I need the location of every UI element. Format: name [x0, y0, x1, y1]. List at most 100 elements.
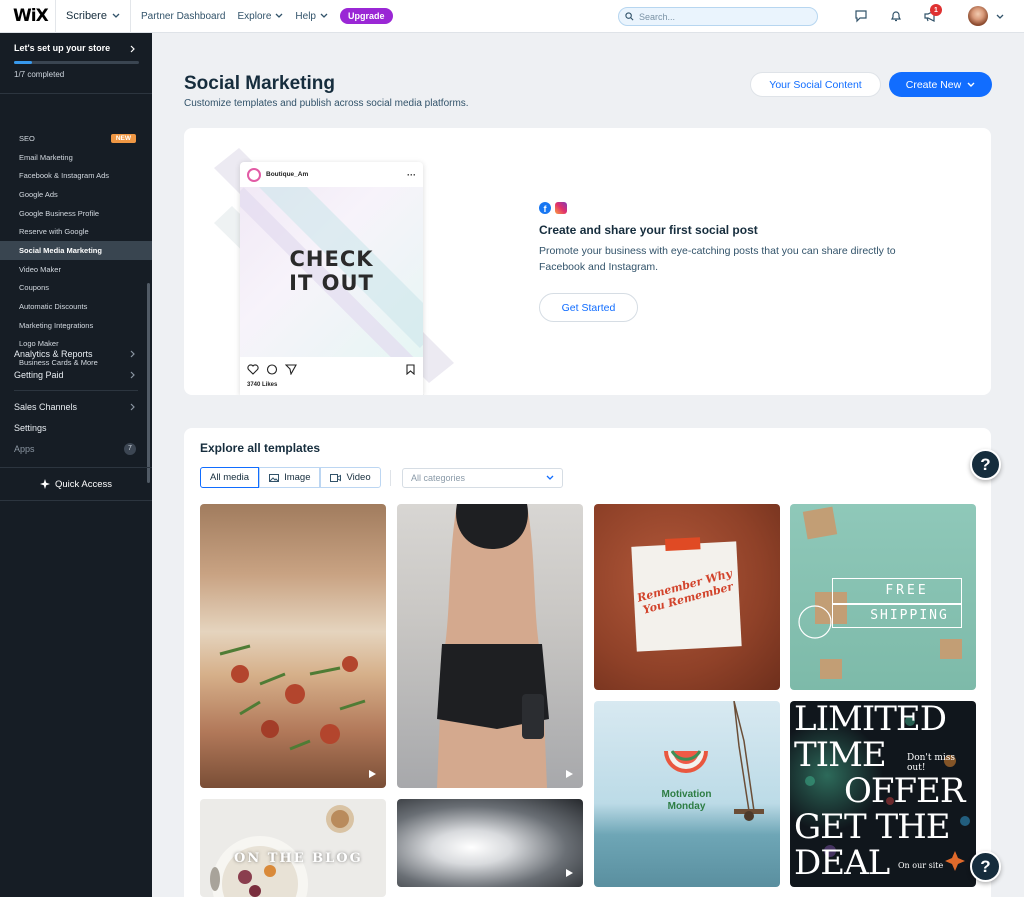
setup-progress-fill	[14, 61, 32, 64]
filter-label: All media	[210, 472, 250, 483]
filter-all-media[interactable]: All media	[200, 467, 260, 488]
chat-icon[interactable]	[854, 9, 868, 23]
hero-card: Boutique_Am ··· CHECK IT OUT 3740 Likes …	[184, 128, 991, 395]
sidebar-subitem-seo[interactable]: SEO NEW	[0, 129, 152, 148]
share-icon	[285, 364, 297, 375]
sidebar-subitem-label: Video Maker	[19, 264, 61, 274]
help-button[interactable]: ?	[970, 449, 1001, 480]
sidebar-subitem-label: Reserve with Google	[19, 227, 89, 237]
motivation-line: Monday	[667, 801, 706, 812]
templates-title: Explore all templates	[200, 441, 321, 455]
sidebar-subitem-social-media-marketing[interactable]: Social Media Marketing	[0, 241, 152, 260]
sparkle-icon	[39, 479, 50, 489]
sidebar-subitem-google-business-profile[interactable]: Google Business Profile	[0, 204, 152, 223]
sidebar-subitem-label: Google Business Profile	[19, 208, 100, 218]
create-new-label: Create New	[905, 78, 962, 91]
sidebar-subitem-marketing-integrations[interactable]: Marketing Integrations	[0, 316, 152, 335]
tape	[664, 537, 701, 552]
template-tile-pizza[interactable]	[200, 504, 386, 788]
sidebar-subitem-email-marketing[interactable]: Email Marketing	[0, 148, 152, 167]
template-tile-motivation[interactable]: Motivation Monday	[594, 701, 780, 887]
sidebar-item-analytics[interactable]: Analytics & Reports	[0, 343, 152, 364]
sidebar-item-label: Analytics & Reports	[14, 348, 93, 359]
chevron-right-icon	[130, 371, 135, 378]
sidebar-subitem-reserve-with-google[interactable]: Reserve with Google	[0, 222, 152, 241]
fitness-illustration	[437, 504, 549, 788]
bookmark-icon	[406, 364, 415, 375]
setup-store-panel[interactable]: Let's set up your store 1/7 completed	[0, 33, 152, 94]
sidebar-item-getting-paid[interactable]: Getting Paid	[0, 364, 152, 385]
nav-help[interactable]: Help	[295, 11, 328, 22]
sidebar-item-label: Settings	[14, 422, 47, 433]
bell-icon[interactable]	[889, 9, 903, 23]
filter-label: Image	[284, 472, 311, 483]
template-tile-limited-offer[interactable]: LIMITED TIME OFFER GET THE DEAL Don't mi…	[790, 701, 976, 887]
wix-logo[interactable]: WiX	[13, 6, 55, 26]
comment-icon	[266, 364, 278, 375]
limited-offer-text: LIMITED TIME OFFER GET THE DEAL	[794, 701, 965, 881]
sidebar-subitem-label: Social Media Marketing	[19, 245, 102, 255]
divider	[390, 470, 391, 486]
breakfast-illustration	[210, 805, 354, 897]
nav-label: Partner Dashboard	[141, 10, 226, 22]
page-title: Social Marketing	[184, 73, 335, 94]
templates-section: Explore all templates All media Image Vi…	[184, 428, 991, 897]
setup-status: 1/7 completed	[14, 70, 65, 79]
upgrade-button[interactable]: Upgrade	[339, 8, 393, 24]
sidebar-scrollbar[interactable]	[147, 283, 150, 483]
sidebar-subitem-video-maker[interactable]: Video Maker	[0, 260, 152, 279]
create-new-button[interactable]: Create New	[889, 72, 992, 97]
sidebar-subitem-label: Automatic Discounts	[19, 302, 88, 312]
sidebar-item-apps[interactable]: Apps 7	[0, 438, 152, 459]
blog-text: ON THE BLOG	[234, 851, 363, 866]
nav-label: Help	[295, 10, 316, 22]
more-icon: ···	[407, 169, 416, 180]
sidebar-item-sales-channels[interactable]: Sales Channels	[0, 396, 152, 417]
chevron-down-icon	[112, 13, 120, 18]
main-nav: Analytics & Reports Getting Paid Sales C…	[0, 343, 152, 459]
search-input[interactable]: Search...	[618, 7, 818, 26]
pizza-illustration	[219, 644, 366, 751]
nav-explore[interactable]: Explore	[238, 11, 284, 22]
template-tile-fitness[interactable]	[397, 504, 583, 788]
sidebar-item-label: Sales Channels	[14, 401, 78, 412]
offer-line: OFFER	[844, 771, 965, 811]
site-selector[interactable]: Scribere	[55, 0, 131, 33]
category-placeholder: All categories	[411, 473, 466, 483]
get-started-button[interactable]: Get Started	[539, 293, 638, 322]
template-tile-remember[interactable]: Remember Why You Remember	[594, 504, 780, 690]
heart-icon	[247, 364, 259, 375]
avatar[interactable]	[968, 6, 988, 26]
play-icon	[566, 869, 573, 877]
help-button[interactable]: ?	[970, 851, 1001, 882]
template-tile-free-shipping[interactable]: FREE SHIPPING	[790, 504, 976, 690]
template-tile-chalk[interactable]	[397, 799, 583, 887]
sidebar-subitem-label: Facebook & Instagram Ads	[19, 171, 110, 181]
new-badge: NEW	[110, 133, 136, 143]
template-tile-blog[interactable]: ON THE BLOG	[200, 799, 386, 897]
on-site-text: On our site	[898, 861, 944, 870]
sidebar-subitem-google-ads[interactable]: Google Ads	[0, 185, 152, 204]
sidebar-item-settings[interactable]: Settings	[0, 417, 152, 438]
filter-image[interactable]: Image	[259, 467, 321, 488]
nav-label: Explore	[237, 10, 272, 22]
divider	[832, 603, 962, 605]
quick-access-button[interactable]: Quick Access	[0, 467, 152, 501]
category-select[interactable]: All categories	[402, 468, 563, 488]
chevron-down-icon[interactable]	[996, 14, 1004, 20]
post-account-name: Boutique_Am	[266, 171, 309, 178]
sidebar-subitem-coupons[interactable]: Coupons	[0, 279, 152, 298]
instagram-post-preview: Boutique_Am ··· CHECK IT OUT 3740 Likes	[240, 162, 423, 395]
image-icon	[269, 473, 280, 482]
your-social-content-button[interactable]: Your Social Content	[750, 72, 881, 97]
shipping-line: FREE	[885, 583, 929, 598]
filter-video[interactable]: Video	[320, 467, 381, 488]
site-name: Scribere	[66, 10, 107, 22]
top-bar: WiX Scribere Partner Dashboard Explore H…	[0, 0, 1024, 33]
sidebar-subitem-label: Coupons	[19, 283, 50, 293]
sidebar-subitem-automatic-discounts[interactable]: Automatic Discounts	[0, 297, 152, 316]
marketing-submenu: SEO NEW Email Marketing Facebook & Instagra…	[0, 129, 152, 372]
sidebar-subitem-label: Marketing Integrations	[19, 320, 94, 330]
sidebar-subitem-facebook-instagram-ads[interactable]: Facebook & Instagram Ads	[0, 166, 152, 185]
nav-partner-dashboard[interactable]: Partner Dashboard	[141, 11, 226, 22]
